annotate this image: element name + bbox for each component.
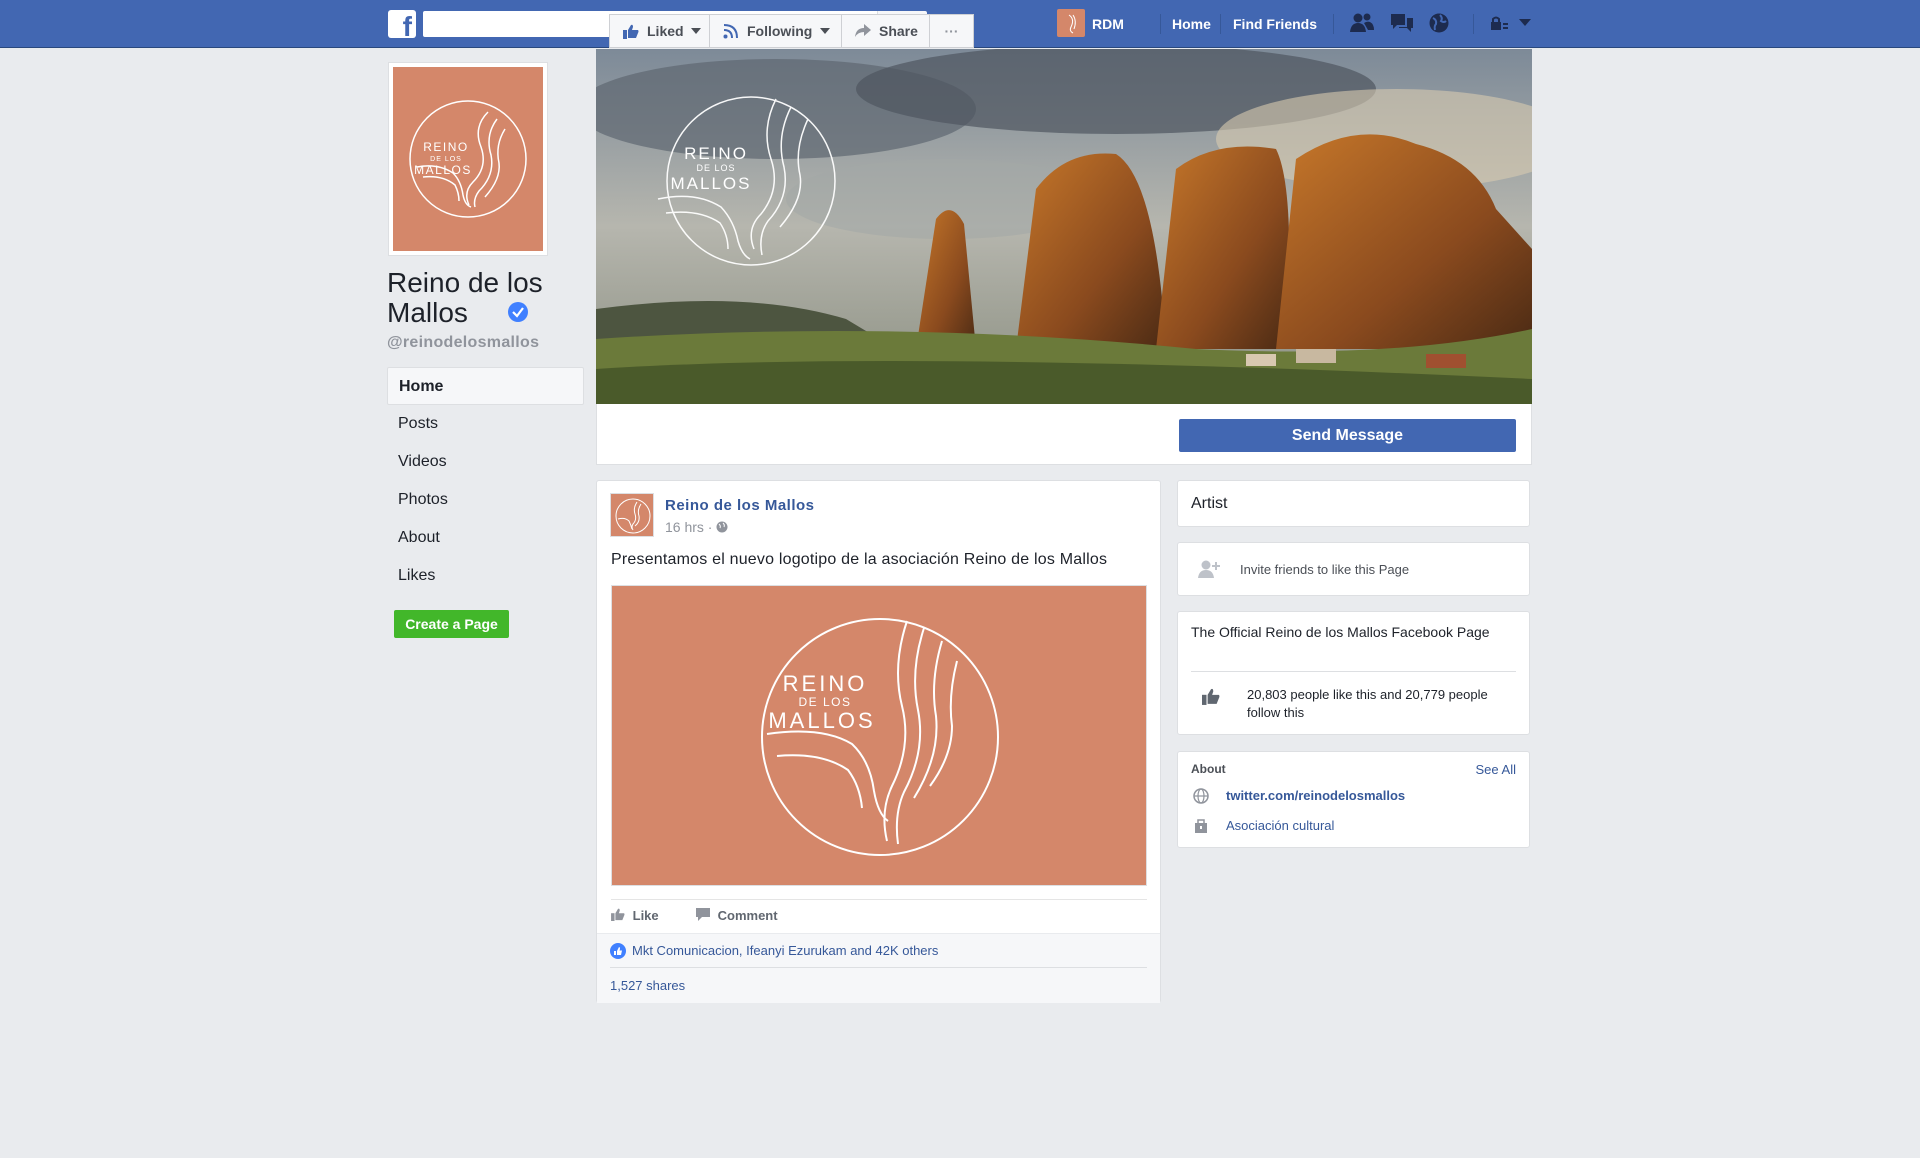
- post-timestamp[interactable]: 16 hrs ·: [665, 519, 728, 535]
- page-title: Reino de los Mallos: [387, 267, 543, 328]
- nav-item-about[interactable]: About: [387, 519, 584, 557]
- see-all-link[interactable]: See All: [1476, 762, 1516, 777]
- nav-item-likes[interactable]: Likes: [387, 557, 584, 595]
- logo-text-reino: REINO: [423, 140, 469, 154]
- post-time-text: 16 hrs ·: [665, 519, 713, 535]
- chevron-down-icon: [691, 28, 702, 34]
- cover-photo[interactable]: REINO DE LOS MALLOS: [596, 49, 1532, 404]
- post-logo-text-reino: REINO: [783, 671, 868, 696]
- logo-text-de-los: DE LOS: [430, 156, 462, 163]
- public-globe-icon: [716, 521, 728, 533]
- cover-logo-text-mallos: MALLOS: [671, 174, 752, 193]
- post-image-logo[interactable]: REINO DE LOS MALLOS: [611, 585, 1147, 886]
- rss-feed-icon: [723, 24, 738, 39]
- share-label: Share: [879, 23, 918, 39]
- nav-item-home[interactable]: Home: [387, 367, 584, 405]
- find-friends-link[interactable]: Find Friends: [1233, 16, 1317, 32]
- nav-item-photos[interactable]: Photos: [387, 481, 584, 519]
- more-options-button[interactable]: ···: [929, 14, 974, 48]
- thumbs-up-icon: [1202, 688, 1220, 705]
- website-globe-icon: [1193, 788, 1209, 804]
- thumbs-up-icon: [623, 24, 639, 39]
- category-link[interactable]: Asociación cultural: [1226, 818, 1334, 833]
- user-name-link[interactable]: RDM: [1092, 16, 1124, 32]
- post-shares-count[interactable]: 1,527 shares: [597, 967, 1160, 1003]
- post-author-avatar[interactable]: [610, 493, 654, 537]
- like-label: Like: [632, 908, 659, 923]
- post-actions-bar: Like Comment: [611, 899, 1147, 931]
- invite-friends-text[interactable]: Invite friends to like this Page: [1240, 562, 1409, 577]
- cover-logo-text-reino: REINO: [684, 144, 748, 163]
- nav-item-posts[interactable]: Posts: [387, 405, 584, 443]
- following-label: Following: [747, 23, 813, 39]
- cover-logo-text-de-los: DE LOS: [696, 163, 735, 173]
- messages-icon[interactable]: [1389, 12, 1415, 34]
- add-friend-icon: [1198, 560, 1220, 578]
- post-likes-summary[interactable]: Mkt Comunicacion, Ifeanyi Ezurukam and 4…: [597, 933, 1160, 967]
- following-button[interactable]: Following: [709, 14, 842, 48]
- privacy-shortcuts-icon[interactable]: [1489, 15, 1509, 31]
- more-options-label: ···: [944, 23, 959, 39]
- like-button[interactable]: Like: [611, 908, 659, 923]
- divider: [1191, 671, 1516, 672]
- page-info-card: The Official Reino de los Mallos Faceboo…: [1177, 611, 1530, 735]
- account-menu-chevron-down-icon[interactable]: [1519, 19, 1531, 27]
- profile-picture-logo: REINO DE LOS MALLOS: [393, 67, 543, 251]
- divider: [1160, 14, 1161, 34]
- shares-text[interactable]: 1,527 shares: [610, 978, 685, 993]
- share-button[interactable]: Share: [841, 14, 930, 48]
- share-arrow-icon: [855, 24, 871, 37]
- page-bottom-edge: [0, 1152, 1920, 1158]
- user-avatar[interactable]: [1057, 9, 1085, 37]
- comment-button[interactable]: Comment: [696, 908, 778, 923]
- nav-item-videos[interactable]: Videos: [387, 443, 584, 481]
- liked-button[interactable]: Liked: [609, 14, 710, 48]
- post-author-name[interactable]: Reino de los Mallos: [665, 497, 815, 514]
- chevron-down-icon: [820, 28, 831, 34]
- liked-label: Liked: [647, 23, 684, 39]
- profile-picture-frame[interactable]: REINO DE LOS MALLOS: [388, 62, 548, 256]
- create-page-button[interactable]: Create a Page: [394, 610, 509, 638]
- about-heading: About: [1191, 762, 1226, 776]
- invite-friends-card[interactable]: Invite friends to like this Page: [1177, 542, 1530, 596]
- facebook-logo-icon[interactable]: f: [388, 10, 416, 41]
- divider: [610, 967, 1147, 968]
- page-category[interactable]: Artist: [1191, 495, 1227, 513]
- likes-follows-count: 20,803 people like this and 20,779 peopl…: [1247, 687, 1488, 720]
- divider: [1333, 14, 1334, 34]
- comment-label: Comment: [717, 908, 778, 923]
- about-card: About See All twitter.com/reinodelosmall…: [1177, 751, 1530, 848]
- like-reaction-icon: [610, 943, 626, 959]
- notifications-globe-icon[interactable]: [1428, 12, 1450, 34]
- divider: [1473, 14, 1474, 34]
- page-navigation: Home Posts Videos Photos About Likes: [387, 367, 584, 595]
- comment-bubble-icon: [696, 908, 710, 921]
- page-description: The Official Reino de los Mallos Faceboo…: [1191, 624, 1490, 640]
- post-card: Reino de los Mallos 16 hrs · Presentamos…: [596, 480, 1161, 1003]
- post-logo-text-mallos: MALLOS: [768, 708, 875, 733]
- twitter-link[interactable]: twitter.com/reinodelosmallos: [1226, 788, 1405, 803]
- category-briefcase-icon: [1195, 819, 1207, 833]
- verified-badge-icon: [508, 302, 528, 322]
- page-handle[interactable]: @reinodelosmallos: [387, 334, 539, 352]
- logo-text-mallos: MALLOS: [414, 163, 472, 177]
- likes-summary-text[interactable]: Mkt Comunicacion, Ifeanyi Ezurukam and 4…: [632, 943, 938, 958]
- post-logo-text-de-los: DE LOS: [798, 695, 851, 709]
- send-message-button[interactable]: Send Message: [1179, 419, 1516, 452]
- divider: [1220, 14, 1221, 34]
- thumbs-up-icon: [611, 908, 625, 921]
- home-link[interactable]: Home: [1172, 16, 1211, 32]
- page-category-card: Artist: [1177, 480, 1530, 527]
- friend-requests-icon[interactable]: [1349, 12, 1375, 34]
- post-text: Presentamos el nuevo logotipo de la asoc…: [611, 551, 1108, 568]
